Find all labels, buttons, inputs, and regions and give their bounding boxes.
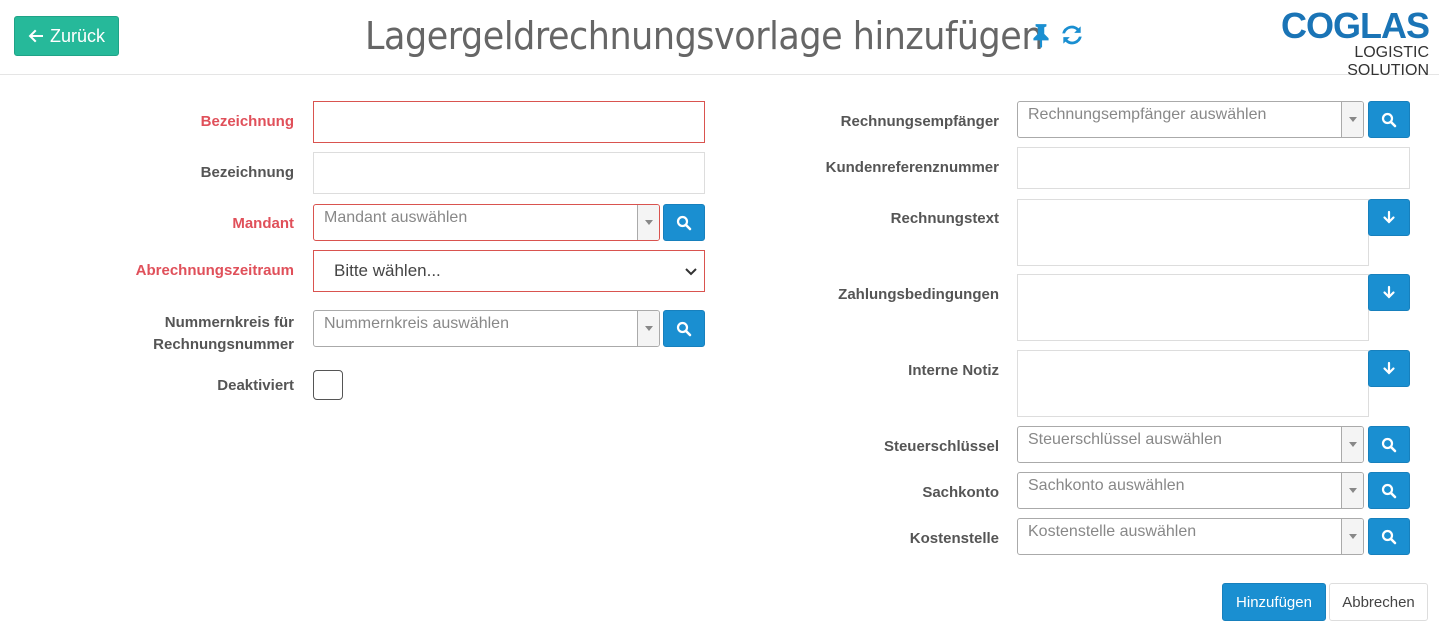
- logo-sub: LOGISTIC SOLUTION: [1347, 44, 1429, 79]
- steuerschluessel-select[interactable]: Steuerschlüssel auswählen: [1017, 426, 1364, 463]
- rechnungsempfaenger-placeholder: Rechnungsempfänger auswählen: [1028, 106, 1267, 123]
- steuerschluessel-placeholder: Steuerschlüssel auswählen: [1028, 431, 1222, 448]
- nummernkreis-placeholder: Nummernkreis auswählen: [324, 315, 509, 332]
- header: Zurück Lagergeldrechnungsvorlage hinzufü…: [0, 0, 1439, 79]
- zahlungsbedingungen-insert-button[interactable]: [1368, 274, 1410, 311]
- back-button[interactable]: Zurück: [14, 16, 119, 56]
- sachkonto-dropdown-arrow[interactable]: [1341, 473, 1363, 508]
- back-button-label: Zurück: [49, 25, 105, 46]
- rechnungstext-textarea[interactable]: [1017, 199, 1369, 266]
- arrow-down-icon: [1383, 210, 1395, 224]
- deaktiviert-label: Deaktiviert: [217, 377, 294, 394]
- zahlungsbedingungen-textarea[interactable]: [1017, 274, 1369, 341]
- sachkonto-placeholder: Sachkonto auswählen: [1028, 477, 1185, 494]
- rechnungsempfaenger-search-button[interactable]: [1368, 101, 1410, 138]
- steuerschluessel-label: Steuerschlüssel: [883, 438, 999, 455]
- search-icon: [676, 215, 692, 230]
- nummernkreis-search-button[interactable]: [663, 310, 705, 347]
- nummernkreis-label-line1: Nummernkreis für: [164, 314, 294, 331]
- sachkonto-label: Sachkonto: [922, 484, 999, 501]
- arrow-down-icon: [1383, 285, 1395, 299]
- mandant-placeholder: Mandant auswählen: [324, 209, 468, 226]
- mandant-search-button[interactable]: [663, 204, 705, 241]
- sachkonto-search-button[interactable]: [1368, 472, 1410, 509]
- sachkonto-select[interactable]: Sachkonto auswählen: [1017, 472, 1364, 509]
- rechnungsempfaenger-label: Rechnungsempfänger: [840, 113, 999, 130]
- abrechnungszeitraum-value: Bitte wählen...: [334, 261, 441, 280]
- bezeichnung-required-label: Bezeichnung: [200, 113, 294, 130]
- rechnungstext-insert-button[interactable]: [1368, 199, 1410, 236]
- nummernkreis-label-line2: Rechnungsnummer: [153, 336, 294, 353]
- nummernkreis-dropdown-arrow[interactable]: [637, 311, 659, 346]
- kostenstelle-select[interactable]: Kostenstelle auswählen: [1017, 518, 1364, 555]
- rechnungsempfaenger-dropdown-arrow[interactable]: [1341, 102, 1363, 137]
- steuerschluessel-search-button[interactable]: [1368, 426, 1410, 463]
- pin-icon[interactable]: [1028, 22, 1054, 48]
- refresh-icon[interactable]: [1059, 22, 1085, 48]
- rechnungstext-label: Rechnungstext: [890, 210, 999, 227]
- search-icon: [1381, 112, 1397, 127]
- chevron-down-icon: [685, 268, 697, 276]
- mandant-dropdown-arrow[interactable]: [637, 205, 659, 240]
- rechnungsempfaenger-select[interactable]: Rechnungsempfänger auswählen: [1017, 101, 1364, 138]
- kundenreferenz-input[interactable]: [1017, 147, 1410, 189]
- interne-notiz-label: Interne Notiz: [908, 362, 999, 379]
- arrow-left-icon: [28, 29, 43, 43]
- bezeichnung-required-input[interactable]: [313, 101, 705, 143]
- page-title: Lagergeldrechnungsvorlage hinzufügen: [365, 14, 1044, 58]
- nummernkreis-select[interactable]: Nummernkreis auswählen: [313, 310, 660, 347]
- caret-down-icon: [1348, 488, 1357, 493]
- steuerschluessel-dropdown-arrow[interactable]: [1341, 427, 1363, 462]
- bezeichnung-input[interactable]: [313, 152, 705, 194]
- kostenstelle-dropdown-arrow[interactable]: [1341, 519, 1363, 554]
- zahlungsbedingungen-label: Zahlungsbedingungen: [838, 286, 999, 303]
- kostenstelle-placeholder: Kostenstelle auswählen: [1028, 523, 1197, 540]
- interne-notiz-insert-button[interactable]: [1368, 350, 1410, 387]
- abrechnungszeitraum-label: Abrechnungszeitraum: [135, 262, 294, 279]
- deaktiviert-checkbox[interactable]: [313, 370, 343, 400]
- bezeichnung-label: Bezeichnung: [200, 164, 294, 181]
- caret-down-icon: [1348, 117, 1357, 122]
- kostenstelle-label: Kostenstelle: [909, 530, 999, 547]
- caret-down-icon: [1348, 442, 1357, 447]
- caret-down-icon: [644, 220, 653, 225]
- logo-main: COGLAS: [1280, 5, 1430, 46]
- submit-button[interactable]: Hinzufügen: [1222, 583, 1326, 621]
- interne-notiz-textarea[interactable]: [1017, 350, 1369, 417]
- logo: COGLAS LOGISTIC SOLUTION: [1279, 5, 1430, 80]
- search-icon: [676, 321, 692, 336]
- cancel-button[interactable]: Abbrechen: [1329, 583, 1428, 621]
- abrechnungszeitraum-select[interactable]: Bitte wählen...: [313, 250, 705, 292]
- arrow-down-icon: [1383, 361, 1395, 375]
- kostenstelle-search-button[interactable]: [1368, 518, 1410, 555]
- caret-down-icon: [644, 326, 653, 331]
- search-icon: [1381, 529, 1397, 544]
- search-icon: [1381, 483, 1397, 498]
- kundenreferenz-label: Kundenreferenznummer: [825, 159, 999, 176]
- search-icon: [1381, 437, 1397, 452]
- caret-down-icon: [1348, 534, 1357, 539]
- mandant-select[interactable]: Mandant auswählen: [313, 204, 660, 241]
- mandant-label: Mandant: [232, 215, 294, 232]
